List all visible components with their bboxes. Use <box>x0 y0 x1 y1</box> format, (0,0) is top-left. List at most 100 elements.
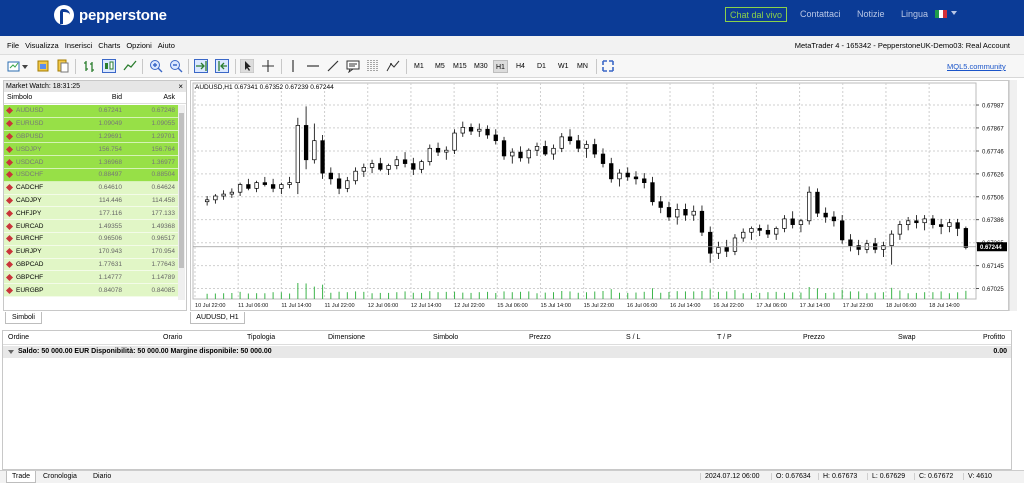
market-watch-row[interactable]: USDCAD 1.36968 1.36977 <box>4 156 179 169</box>
bid-value: 170.943 <box>98 248 123 256</box>
column-type[interactable]: Tipologia <box>247 334 275 341</box>
timeframe-m5[interactable]: M5 <box>433 60 447 73</box>
menu-options[interactable]: Opzioni <box>126 41 151 50</box>
period-separator-icon[interactable] <box>386 59 400 73</box>
column-price[interactable]: Prezzo <box>529 334 551 341</box>
ask-value: 0.96517 <box>151 235 176 243</box>
top-navigation-bar: pepperstone Chat dal vivo Contattaci Not… <box>0 0 1024 36</box>
market-watch-row[interactable]: EURUSD 1.09049 1.09055 <box>4 117 179 131</box>
tab-symbols[interactable]: Simboli <box>5 312 42 324</box>
candle-body <box>361 167 366 172</box>
zoom-out-icon[interactable] <box>169 59 183 73</box>
y-tick-label: 0.67987 <box>982 104 1004 110</box>
column-size[interactable]: Dimensione <box>328 334 365 341</box>
market-watch-row[interactable]: CADJPY 114.446 114.458 <box>4 194 179 208</box>
menu-charts[interactable]: Charts <box>98 41 120 50</box>
tab-journal[interactable]: Diario <box>88 471 116 483</box>
candlestick-chart-icon[interactable] <box>102 59 116 73</box>
mql5-community-link[interactable]: MQL5.community <box>947 62 1006 71</box>
market-watch-row[interactable]: AUDUSD 0.67241 0.67248 <box>4 105 179 118</box>
cursor-icon[interactable] <box>240 59 254 73</box>
symbol-diamond-icon <box>5 235 14 243</box>
column-symbol[interactable]: Simbolo <box>4 92 72 103</box>
menu-help[interactable]: Aiuto <box>158 41 175 50</box>
menu-bar: File Visualizza Inserisci Charts Opzioni… <box>0 36 1024 55</box>
market-watch-row[interactable]: CADCHF 0.64610 0.64624 <box>4 181 179 195</box>
italy-flag-icon[interactable] <box>935 10 947 18</box>
column-stop-loss[interactable]: S / L <box>626 334 640 341</box>
market-watch-row[interactable]: EURCHF 0.96506 0.96517 <box>4 232 179 246</box>
market-watch-row[interactable]: EURJPY 170.943 170.954 <box>4 245 179 259</box>
market-watch-title-bar: Market Watch: 18:31:25 × <box>4 81 186 92</box>
navigator-icon[interactable] <box>56 59 70 73</box>
live-chat-button[interactable]: Chat dal vivo <box>725 7 787 22</box>
market-watch-row[interactable]: GBPUSD 1.29691 1.29701 <box>4 130 179 144</box>
market-watch-row[interactable]: GBPCAD 1.77631 1.77643 <box>4 258 179 272</box>
bid-value: 1.14777 <box>98 273 123 281</box>
line-chart-icon[interactable] <box>123 59 137 73</box>
column-profit[interactable]: Profitto <box>983 334 1005 341</box>
trendline-icon[interactable] <box>326 59 340 73</box>
market-watch-scrollbar[interactable] <box>178 105 185 300</box>
candle-body <box>246 184 251 189</box>
grid-icon[interactable] <box>366 59 380 73</box>
market-watch-row[interactable]: USDCHF 0.88497 0.88504 <box>4 168 179 182</box>
scrollbar-thumb[interactable] <box>179 113 184 268</box>
chart-scrollbar[interactable] <box>1009 80 1017 311</box>
symbol-cell: EURCAD <box>4 222 72 230</box>
timeframe-m15[interactable]: M15 <box>451 60 469 73</box>
column-current-price[interactable]: Prezzo <box>803 334 825 341</box>
language-link[interactable]: Lingua <box>901 9 928 19</box>
timeframe-m1[interactable]: M1 <box>412 60 426 73</box>
column-symbol[interactable]: Simbolo <box>433 334 458 341</box>
tab-history[interactable]: Cronologia <box>38 471 82 483</box>
bar-chart-icon[interactable] <box>83 59 97 73</box>
menu-insert[interactable]: Inserisci <box>65 41 93 50</box>
auto-scroll-icon[interactable] <box>194 59 208 73</box>
language-chevron-down-icon[interactable] <box>951 11 957 15</box>
candle-body <box>576 140 581 149</box>
timeframe-d1[interactable]: D1 <box>535 60 548 73</box>
column-swap[interactable]: Swap <box>898 334 916 341</box>
chart-shift-icon[interactable] <box>215 59 229 73</box>
candle-body <box>922 218 927 224</box>
timeframe-h4[interactable]: H4 <box>514 60 527 73</box>
text-label-icon[interactable] <box>346 59 360 73</box>
candlestick-chart[interactable]: 0.67987 0.67867 0.67746 0.67626 0.67506 0.673… <box>191 81 1010 312</box>
crosshair-icon[interactable] <box>261 59 275 73</box>
symbol-cell: USDCAD <box>4 158 72 166</box>
column-time[interactable]: Orario <box>163 334 182 341</box>
timeframe-w1[interactable]: W1 <box>556 60 571 73</box>
ask-value: 0.88504 <box>151 171 176 179</box>
menu-file[interactable]: File <box>7 41 19 50</box>
new-chart-icon[interactable] <box>7 59 21 73</box>
new-chart-dropdown-icon[interactable] <box>22 65 28 69</box>
contact-link[interactable]: Contattaci <box>800 9 841 19</box>
market-watch-row[interactable]: GBPCHF 1.14777 1.14789 <box>4 271 179 285</box>
column-ask[interactable]: Ask <box>125 92 178 103</box>
timeframe-m30[interactable]: M30 <box>472 60 490 73</box>
timeframe-mn[interactable]: MN <box>575 60 590 73</box>
price-chart[interactable]: 0.67987 0.67867 0.67746 0.67626 0.67506 0.673… <box>190 80 1009 311</box>
collapse-caret-icon[interactable] <box>8 350 14 354</box>
close-icon[interactable]: × <box>178 81 183 92</box>
balance-row[interactable]: Saldo: 50 000.00 EUR Disponibilità: 50 0… <box>3 346 1011 358</box>
horizontal-line-icon[interactable] <box>306 59 320 73</box>
menu-view[interactable]: Visualizza <box>25 41 59 50</box>
timeframe-h1[interactable]: H1 <box>493 60 508 73</box>
market-watch-row[interactable]: CHFJPY 177.116 177.133 <box>4 207 179 221</box>
fullscreen-icon[interactable] <box>601 59 615 73</box>
zoom-in-icon[interactable] <box>149 59 163 73</box>
column-order[interactable]: Ordine <box>8 334 29 341</box>
tab-trade[interactable]: Trade <box>6 471 37 483</box>
tab-audusd-h1[interactable]: AUDUSD, H1 <box>190 312 245 324</box>
market-watch-row[interactable]: EURCAD 1.49355 1.49368 <box>4 220 179 233</box>
pepperstone-logo[interactable]: pepperstone <box>54 4 167 26</box>
profiles-icon[interactable] <box>36 59 50 73</box>
column-take-profit[interactable]: T / P <box>717 334 732 341</box>
vertical-line-icon[interactable] <box>286 59 300 73</box>
news-link[interactable]: Notizie <box>857 9 885 19</box>
column-bid[interactable]: Bid <box>72 92 125 103</box>
market-watch-row[interactable]: USDJPY 156.754 156.764 <box>4 143 179 157</box>
market-watch-row[interactable]: EURGBP 0.84078 0.84085 <box>4 284 179 297</box>
